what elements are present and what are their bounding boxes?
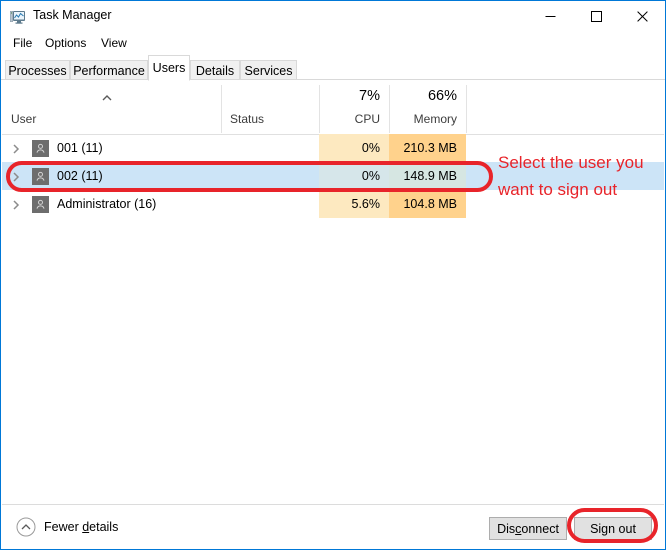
avatar: [32, 140, 49, 157]
expand-chevron-icon[interactable]: [10, 198, 22, 210]
expand-chevron-icon[interactable]: [10, 142, 22, 154]
column-header-memory[interactable]: Memory: [389, 112, 457, 126]
table-header: User Status 7% CPU 66% Memory: [2, 80, 664, 135]
fewer-details-label-after: etails: [89, 520, 118, 534]
sign-out-button[interactable]: Sign out: [574, 517, 652, 540]
minimize-icon: [545, 11, 556, 22]
avatar: [32, 196, 49, 213]
menu-bar: File Options View: [1, 32, 665, 54]
disconnect-label-after: onnect: [521, 522, 559, 536]
cell-cpu: 5.6%: [319, 190, 389, 218]
disconnect-label-before: Dis: [497, 522, 515, 536]
tab-processes[interactable]: Processes: [5, 60, 70, 81]
tab-users[interactable]: Users: [148, 55, 190, 81]
fewer-details-label-before: Fewer: [44, 520, 82, 534]
maximize-icon: [591, 11, 602, 22]
cell-cpu: 0%: [319, 162, 389, 190]
task-manager-window: Task Manager File Options View Processes…: [0, 0, 666, 550]
tab-performance[interactable]: Performance: [70, 60, 148, 81]
column-divider-memory-end[interactable]: [466, 85, 467, 133]
user-name: Administrator (16): [57, 190, 156, 218]
minimize-button[interactable]: [527, 1, 573, 32]
signout-label: Sign out: [590, 522, 636, 536]
users-panel: User Status 7% CPU 66% Memory: [2, 80, 664, 504]
close-button[interactable]: [619, 1, 665, 32]
annotation-callout-text: Select the user you want to sign out: [498, 149, 658, 203]
cell-memory: 210.3 MB: [389, 134, 466, 162]
tab-strip: Processes Performance Users Details Serv…: [1, 54, 665, 80]
title-bar: Task Manager: [1, 1, 665, 32]
avatar: [32, 168, 49, 185]
cell-memory: 148.9 MB: [389, 162, 466, 190]
disconnect-button[interactable]: Disconnect: [489, 517, 567, 540]
column-header-cpu-percent: 7%: [319, 88, 380, 104]
menu-item-options[interactable]: Options: [39, 34, 92, 52]
maximize-button[interactable]: [573, 1, 619, 32]
tab-services[interactable]: Services: [240, 60, 297, 81]
menu-item-file[interactable]: File: [7, 34, 38, 52]
window-title: Task Manager: [33, 8, 112, 22]
task-manager-icon: [10, 9, 26, 25]
menu-item-view[interactable]: View: [95, 34, 133, 52]
fewer-details-button[interactable]: Fewer details: [16, 517, 118, 537]
cell-cpu: 0%: [319, 134, 389, 162]
chevron-up-circle-icon: [16, 517, 36, 537]
bottom-bar: Fewer details Disconnect Sign out: [2, 504, 664, 550]
column-header-status[interactable]: Status: [230, 112, 264, 126]
column-header-user[interactable]: User: [11, 112, 36, 126]
close-icon: [637, 11, 648, 22]
column-divider-user-status[interactable]: [221, 85, 222, 133]
user-name: 001 (11): [57, 134, 103, 162]
column-header-cpu[interactable]: CPU: [319, 112, 380, 126]
fewer-details-label: Fewer details: [44, 520, 118, 534]
expand-chevron-icon[interactable]: [10, 170, 22, 182]
user-name: 002 (11): [57, 162, 103, 190]
cell-memory: 104.8 MB: [389, 190, 466, 218]
sort-ascending-icon: [101, 89, 113, 97]
column-header-memory-percent: 66%: [389, 88, 457, 104]
tab-details[interactable]: Details: [190, 60, 240, 81]
